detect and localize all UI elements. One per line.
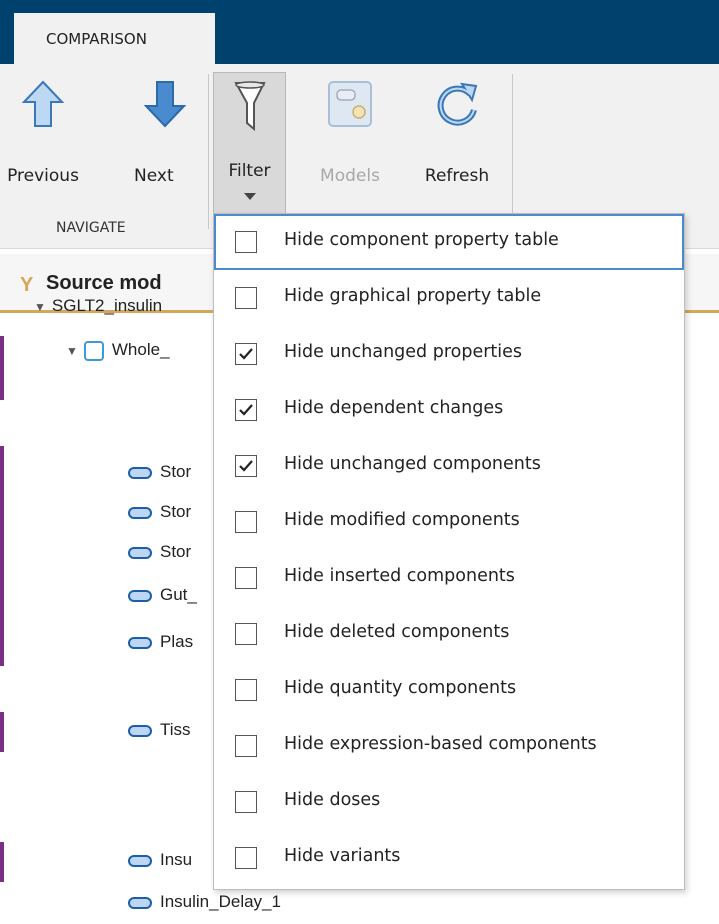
filter-menu-item-label: Hide dependent changes <box>284 398 504 418</box>
filter-menu-item-label: Hide variants <box>284 846 401 866</box>
filter-menu-item-label: Hide unchanged properties <box>284 342 523 362</box>
compartment-icon <box>128 506 152 519</box>
filter-menu-item-label: Hide doses <box>284 790 381 810</box>
filter-menu-item[interactable]: Hide unchanged components <box>214 438 684 494</box>
tree-row[interactable]: Insu <box>128 850 192 870</box>
next-label: Next <box>134 166 174 186</box>
filter-menu-item[interactable]: Hide component property table <box>214 214 684 270</box>
tree-row-label: Stor <box>160 462 192 481</box>
filter-menu-item[interactable]: Hide expression-based components <box>214 718 684 774</box>
compartment-icon <box>128 546 152 559</box>
filter-label: Filter <box>228 161 271 181</box>
tree-row[interactable]: ▼ SGLT2_insulin <box>34 296 162 316</box>
tree-header-title: Source mod <box>46 272 162 294</box>
tree-row-label: Insu <box>160 850 193 869</box>
filter-menu-item-label: Hide graphical property table <box>284 286 542 306</box>
filter-button[interactable]: Filter <box>213 72 286 216</box>
group-label-navigate: NAVIGATE <box>56 220 126 236</box>
compartment-icon <box>128 636 152 649</box>
filter-menu-item[interactable]: Hide unchanged properties <box>214 326 684 382</box>
filter-menu-item[interactable]: Hide variants <box>214 830 684 886</box>
previous-label: Previous <box>7 166 79 186</box>
previous-button[interactable]: Previous <box>0 78 86 218</box>
checkbox-checked[interactable] <box>235 455 257 477</box>
checkbox-unchecked[interactable] <box>235 623 257 645</box>
expand-triangle-icon[interactable]: ▼ <box>66 344 78 358</box>
tree-row[interactable]: ▼ Whole_ <box>66 340 170 361</box>
separator <box>208 74 209 229</box>
checkbox-unchecked[interactable] <box>235 231 257 253</box>
models-icon <box>328 81 372 127</box>
checkmark-icon <box>239 348 253 360</box>
top-bar: COMPARISON <box>0 0 719 64</box>
filter-menu-item-label: Hide modified components <box>284 510 520 530</box>
tree-row[interactable]: Insulin_Delay_1 <box>128 892 281 912</box>
compartment-icon <box>128 854 152 867</box>
change-marker <box>0 336 4 400</box>
filter-menu-item-label: Hide component property table <box>284 230 559 250</box>
arrow-down-icon <box>144 81 186 128</box>
tree-row-label: Gut_ <box>160 585 197 604</box>
compartment-icon <box>128 466 152 479</box>
arrow-up-icon <box>22 80 64 127</box>
funnel-icon <box>234 81 266 132</box>
checkmark-icon <box>239 404 253 416</box>
compartment-icon <box>128 589 152 602</box>
filter-menu-item-label: Hide expression-based components <box>284 734 597 754</box>
checkbox-unchecked[interactable] <box>235 567 257 589</box>
checkbox-unchecked[interactable] <box>235 511 257 533</box>
tree-row[interactable]: Stor <box>128 542 191 562</box>
checkmark-icon <box>239 460 253 472</box>
compartment-icon <box>128 724 152 737</box>
tree-row[interactable]: Tiss <box>128 720 191 740</box>
models-label: Models <box>320 166 380 186</box>
refresh-button[interactable]: Refresh <box>414 78 500 218</box>
tree-row-label: Stor <box>160 542 192 561</box>
next-button[interactable]: Next <box>128 78 204 218</box>
tree-row-label: SGLT2_insulin <box>51 296 163 315</box>
model-icon <box>83 340 104 361</box>
filter-menu-item[interactable]: Hide dependent changes <box>214 382 684 438</box>
filter-menu-item-label: Hide inserted components <box>284 566 515 586</box>
filter-menu: Hide component property table Hide graphi… <box>213 213 685 890</box>
change-marker <box>0 712 4 752</box>
refresh-icon <box>437 82 478 126</box>
tree-row-label: Insulin_Delay_1 <box>160 892 281 911</box>
filter-menu-item[interactable]: Hide graphical property table <box>214 270 684 326</box>
tree-row-label: Plas <box>160 632 194 651</box>
expand-triangle-icon[interactable]: ▼ <box>34 300 46 314</box>
filter-menu-item-label: Hide quantity components <box>284 678 517 698</box>
filter-menu-item[interactable]: Hide inserted components <box>214 550 684 606</box>
tree-row[interactable]: Stor <box>128 502 191 522</box>
models-button[interactable]: Models <box>304 78 396 218</box>
filter-menu-item[interactable]: Hide deleted components <box>214 606 684 662</box>
filter-menu-item[interactable]: Hide quantity components <box>214 662 684 718</box>
checkbox-unchecked[interactable] <box>235 735 257 757</box>
filter-menu-item[interactable]: Hide modified components <box>214 494 684 550</box>
tree-row-label: Stor <box>160 502 192 521</box>
separator <box>512 74 513 229</box>
refresh-label: Refresh <box>424 166 490 186</box>
filter-menu-item-label: Hide unchanged components <box>284 454 541 474</box>
compartment-icon <box>128 896 152 909</box>
checkbox-checked[interactable] <box>235 399 257 421</box>
checkbox-checked[interactable] <box>235 343 257 365</box>
change-marker <box>0 446 4 666</box>
tree-row-label: Tiss <box>160 720 191 739</box>
checkbox-unchecked[interactable] <box>235 679 257 701</box>
tree-row[interactable]: Plas <box>128 632 193 652</box>
filter-menu-item[interactable]: Hide doses <box>214 774 684 830</box>
change-marker <box>0 842 4 882</box>
filter-indicator-icon: Y <box>20 274 34 296</box>
tree-row-label: Whole_ <box>111 340 170 359</box>
checkbox-unchecked[interactable] <box>235 287 257 309</box>
dropdown-arrow-icon <box>244 193 256 200</box>
filter-menu-item-label: Hide deleted components <box>284 622 510 642</box>
tree-row[interactable]: Stor <box>128 462 191 482</box>
checkbox-unchecked[interactable] <box>235 847 257 869</box>
checkbox-unchecked[interactable] <box>235 791 257 813</box>
tree-row[interactable]: Gut_ <box>128 585 197 605</box>
tab-comparison[interactable]: COMPARISON <box>14 13 215 64</box>
